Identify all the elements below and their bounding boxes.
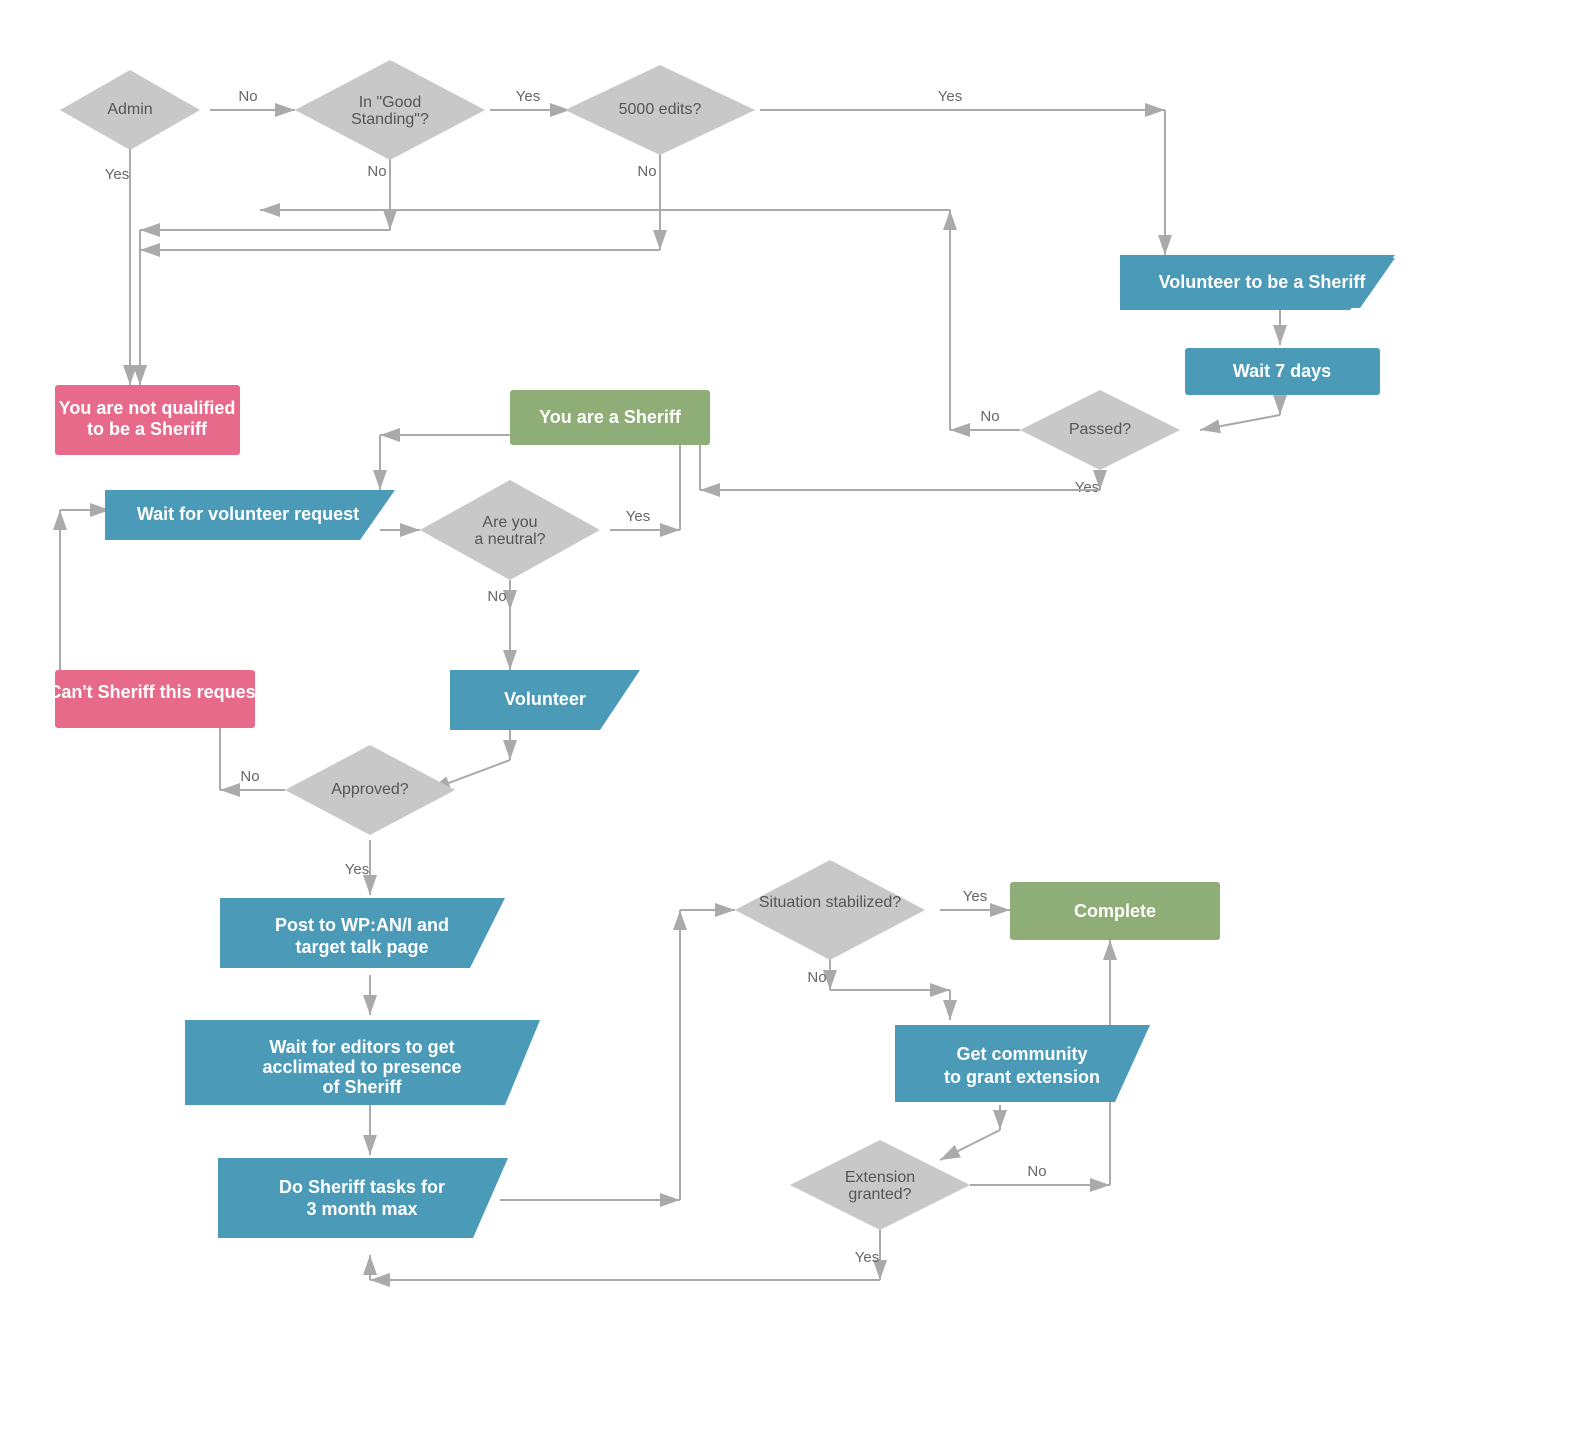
svg-text:Yes: Yes: [105, 166, 129, 183]
svg-text:Yes: Yes: [963, 888, 987, 905]
svg-text:Yes: Yes: [345, 861, 369, 878]
admin-label: Admin: [107, 101, 152, 118]
svg-text:No: No: [637, 163, 656, 180]
extension-label2: granted?: [848, 1186, 911, 1203]
edits-label: 5000 edits?: [619, 101, 702, 118]
not-qualified-text2: to be a Sheriff: [87, 419, 208, 439]
you-are-sheriff-text: You are a Sheriff: [539, 407, 682, 427]
neutral-label2: a neutral?: [474, 531, 545, 548]
extension-label1: Extension: [845, 1169, 915, 1186]
do-tasks-text1: Do Sheriff tasks for: [279, 1177, 445, 1197]
wait-editors-text1: Wait for editors to get: [269, 1037, 454, 1057]
wait-volunteer-text: Wait for volunteer request: [137, 504, 359, 524]
svg-text:Yes: Yes: [626, 508, 650, 525]
volunteer-sheriff-text: Volunteer to be a Sheriff: [1159, 272, 1367, 292]
do-tasks-text2: 3 month max: [306, 1199, 417, 1219]
good-standing-label2: Standing"?: [351, 111, 429, 128]
post-text2: target talk page: [295, 937, 428, 957]
volunteer-text: Volunteer: [504, 689, 586, 709]
svg-text:No: No: [1027, 1163, 1046, 1180]
get-community-text1: Get community: [956, 1044, 1087, 1064]
svg-text:Yes: Yes: [1075, 479, 1099, 496]
situation-label1: Situation stabilized?: [759, 894, 901, 911]
wait-editors-text3: of Sheriff: [323, 1077, 403, 1097]
svg-text:No: No: [367, 163, 386, 180]
approved-label: Approved?: [331, 781, 408, 798]
svg-text:No: No: [238, 88, 257, 105]
svg-text:Yes: Yes: [938, 88, 962, 105]
svg-text:No: No: [487, 588, 506, 605]
passed-label: Passed?: [1069, 421, 1131, 438]
svg-text:Yes: Yes: [516, 88, 540, 105]
svg-text:No: No: [980, 408, 999, 425]
not-qualified-text1: You are not qualified: [59, 398, 236, 418]
wait7-text: Wait 7 days: [1233, 361, 1331, 381]
get-community-text2: to grant extension: [944, 1067, 1100, 1087]
good-standing-label: In "Good: [359, 94, 422, 111]
svg-text:No: No: [240, 768, 259, 785]
post-text1: Post to WP:AN/I and: [275, 915, 449, 935]
neutral-label1: Are you: [482, 514, 537, 531]
svg-text:Yes: Yes: [855, 1249, 879, 1266]
complete-text: Complete: [1074, 901, 1156, 921]
svg-text:No: No: [807, 969, 826, 986]
cant-sheriff-text1: Can't Sheriff this request: [48, 682, 261, 702]
wait-editors-text2: acclimated to presence: [262, 1057, 461, 1077]
